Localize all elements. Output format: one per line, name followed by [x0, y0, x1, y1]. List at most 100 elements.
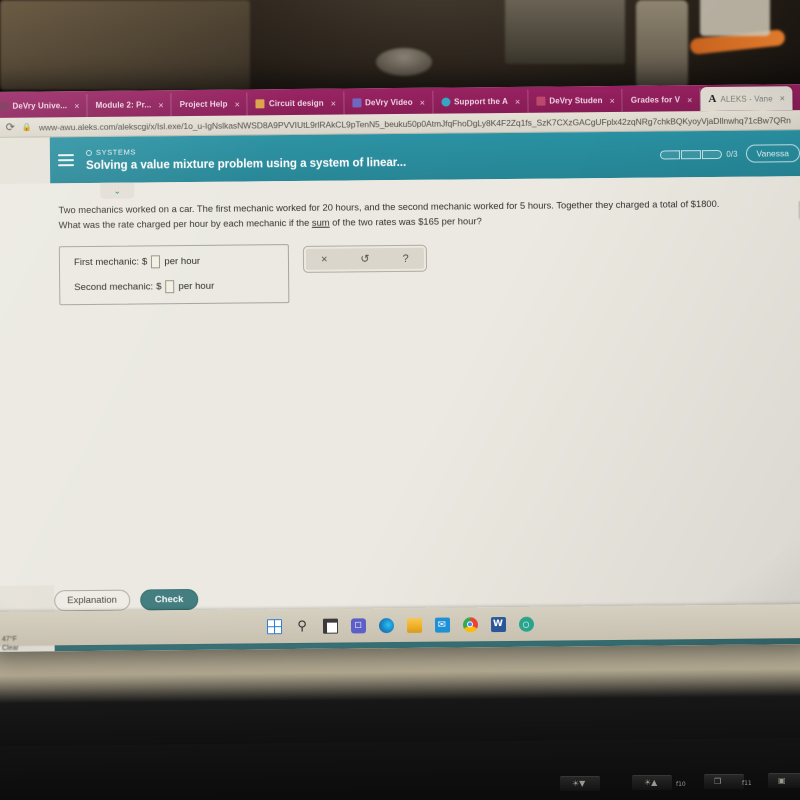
browser-tab-grades[interactable]: Grades for V ×: [622, 88, 701, 112]
tab-close-icon[interactable]: ×: [515, 96, 520, 106]
tab-close-icon[interactable]: ×: [420, 97, 425, 107]
teams-icon[interactable]: ◻: [350, 617, 366, 633]
check-button[interactable]: Check: [139, 588, 199, 611]
brightness-up-icon: ☀▲: [644, 778, 658, 787]
aleks-kicker-label: SYSTEMS: [95, 147, 137, 157]
reload-icon[interactable]: ⟳: [6, 121, 15, 134]
weather-temperature: 47°F: [1, 635, 17, 644]
currency-symbol: $: [141, 256, 148, 268]
aleks-problem-title: Solving a value mixture problem using a …: [85, 156, 407, 173]
progress-segment: [681, 149, 702, 159]
desk-object-box: [505, 0, 625, 64]
display-switch-icon: ❐: [714, 777, 722, 786]
progress-indicator: 0/3: [660, 149, 738, 159]
task-view-icon[interactable]: [322, 618, 338, 634]
browser-tab-aleks-active[interactable]: A ALEKS - Vane ×: [700, 86, 793, 112]
tab-favicon: [0, 101, 9, 111]
tab-favicon: [440, 97, 451, 107]
collapse-header-chevron-icon[interactable]: ⌄: [100, 182, 135, 199]
topic-bullet-icon: [85, 149, 92, 156]
answer-input-box: First mechanic: $ per hour Second mechan…: [58, 244, 290, 306]
desk-object-lid: [376, 48, 432, 76]
search-icon[interactable]: ⚲: [294, 618, 309, 633]
tab-close-icon[interactable]: ×: [235, 99, 240, 109]
new-tab-button[interactable]: +: [792, 93, 800, 110]
tab-close-icon[interactable]: ×: [687, 95, 692, 105]
laptop-screen: DeVry Unive... × Module 2: Pr... × Proje…: [0, 84, 800, 652]
first-mechanic-input[interactable]: [151, 255, 161, 269]
tab-label: Module 2: Pr...: [95, 100, 152, 110]
second-mechanic-suffix: per hour: [178, 280, 215, 293]
progress-bar: [660, 149, 723, 159]
laptop-keyboard-deck: [0, 737, 800, 800]
file-explorer-icon[interactable]: [406, 617, 422, 633]
browser-tab-module-2[interactable]: Module 2: Pr... ×: [87, 93, 172, 117]
problem-content-area: Two mechanics worked on a car. The first…: [0, 176, 800, 586]
taskbar-weather-widget[interactable]: 47°F Clear: [2, 636, 19, 654]
aleks-favicon: A: [708, 92, 717, 105]
progress-count-label: 0/3: [726, 149, 738, 159]
keyboard-backlight-icon: ▣: [778, 776, 786, 785]
browser-tab-devry-video[interactable]: DeVry Video ×: [343, 90, 434, 115]
browser-tab-devry-student[interactable]: DeVry Studen ×: [528, 88, 623, 113]
tab-label: Grades for V: [630, 95, 681, 105]
progress-segment: [660, 149, 681, 159]
address-bar-url[interactable]: www-awu.aleks.com/alekscgi/x/Isl.exe/1o_…: [39, 115, 800, 132]
second-mechanic-input[interactable]: [165, 280, 175, 294]
aleks-page: SYSTEMS Solving a value mixture problem …: [0, 130, 800, 652]
tab-close-icon[interactable]: ×: [609, 95, 614, 105]
weather-condition: Clear: [2, 644, 19, 652]
tab-close-icon[interactable]: ×: [331, 98, 336, 108]
answer-row-first-mechanic: First mechanic: $ per hour: [74, 254, 274, 269]
browser-tab-circuit-design[interactable]: Circuit design ×: [247, 91, 345, 116]
fn-key-label-f10: f10: [676, 781, 686, 788]
browser-tab-project-help[interactable]: Project Help ×: [171, 92, 249, 117]
tab-close-icon[interactable]: ×: [74, 101, 79, 111]
brightness-down-icon: ☀▼: [572, 779, 586, 788]
help-icon[interactable]: ?: [395, 252, 417, 265]
first-mechanic-suffix: per hour: [164, 256, 201, 268]
desk-object-note: [700, 0, 770, 36]
windows-start-icon[interactable]: [266, 618, 282, 634]
browser-tab-devry-university[interactable]: DeVry Unive... ×: [0, 93, 88, 118]
tab-label: DeVry Video: [364, 97, 413, 108]
browser-tab-support[interactable]: Support the A ×: [432, 89, 529, 114]
fn-key-label-f11: f11: [742, 780, 752, 787]
mail-icon[interactable]: ✉: [434, 617, 450, 633]
problem-underlined-term: sum: [311, 216, 330, 228]
user-name-chip[interactable]: Vanessa: [745, 144, 800, 163]
edge-icon[interactable]: [378, 617, 394, 633]
undo-icon[interactable]: ↺: [354, 252, 376, 265]
tab-label: Project Help: [179, 99, 228, 110]
tab-label: Circuit design: [268, 98, 324, 109]
answer-row-second-mechanic: Second mechanic: $ per hour: [74, 279, 274, 294]
chrome-icon[interactable]: [462, 616, 478, 632]
tab-label: ALEKS - Vane: [720, 93, 773, 104]
answer-toolbar: × ↺ ?: [302, 244, 428, 274]
currency-symbol: $: [156, 281, 162, 293]
first-mechanic-label: First mechanic:: [73, 256, 140, 269]
tab-favicon: [255, 99, 265, 109]
aleks-header: SYSTEMS Solving a value mixture problem …: [49, 130, 800, 184]
tab-label: Support the A: [453, 96, 508, 107]
answer-area: First mechanic: $ per hour Second mechan…: [58, 239, 790, 306]
tab-favicon: [536, 96, 546, 106]
problem-line-2-pre: What was the rate charged per hour by ea…: [58, 216, 312, 230]
progress-segment: [702, 149, 723, 159]
lock-icon: 🔒: [21, 122, 32, 132]
clear-icon[interactable]: ×: [313, 253, 335, 265]
tab-label: DeVry Studen: [549, 96, 603, 106]
tab-label: DeVry Unive...: [12, 101, 68, 111]
problem-line-1: Two mechanics worked on a car. The first…: [58, 197, 720, 216]
problem-statement: Two mechanics worked on a car. The first…: [58, 196, 788, 232]
tab-close-icon[interactable]: ×: [158, 100, 163, 110]
explanation-button[interactable]: Explanation: [54, 589, 130, 611]
fn-key[interactable]: [704, 774, 744, 789]
office-icon[interactable]: ○: [518, 616, 534, 632]
second-mechanic-label: Second mechanic:: [74, 281, 154, 294]
problem-line-2-post: of the two rates was $165 per hour?: [329, 214, 482, 228]
photo-of-laptop-screen: ☀▼ ☀▲ f10 ❐ f11 ▣ DeVry Unive... × Modul…: [0, 0, 800, 800]
tab-close-icon[interactable]: ×: [780, 93, 785, 103]
hamburger-icon[interactable]: [57, 151, 75, 170]
word-icon[interactable]: W: [490, 616, 506, 632]
